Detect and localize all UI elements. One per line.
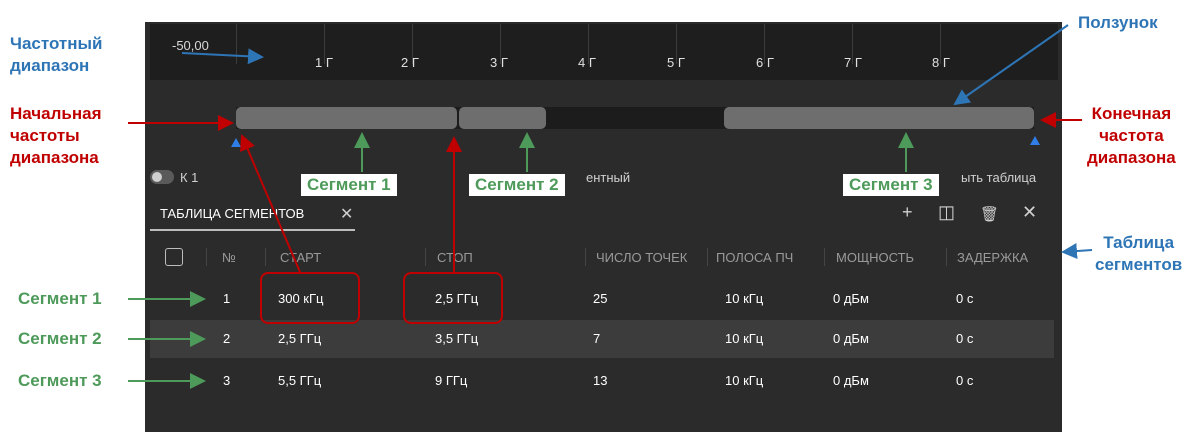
annotation-arrows [128, 24, 1093, 389]
slider-annotation: Ползунок [1078, 13, 1158, 32]
row-3-annotation: Сегмент 3 [18, 371, 102, 390]
slider-arrow [953, 24, 1069, 106]
start-cell-arrow [240, 134, 301, 273]
start-freq-annotation: Начальная частоты диапазона [10, 104, 102, 167]
end-freq-annotation: Конечная частота диапазона [1087, 104, 1176, 167]
freq-range-arrow [181, 48, 264, 65]
row-1-annotation: Сегмент 1 [18, 289, 102, 308]
table-arrow [1061, 243, 1093, 260]
segment-table-annotation: Таблица сегментов [1095, 233, 1183, 274]
row-2-annotation: Сегмент 2 [18, 329, 102, 348]
freq-range-annotation: Частотный диапазон [10, 34, 103, 75]
